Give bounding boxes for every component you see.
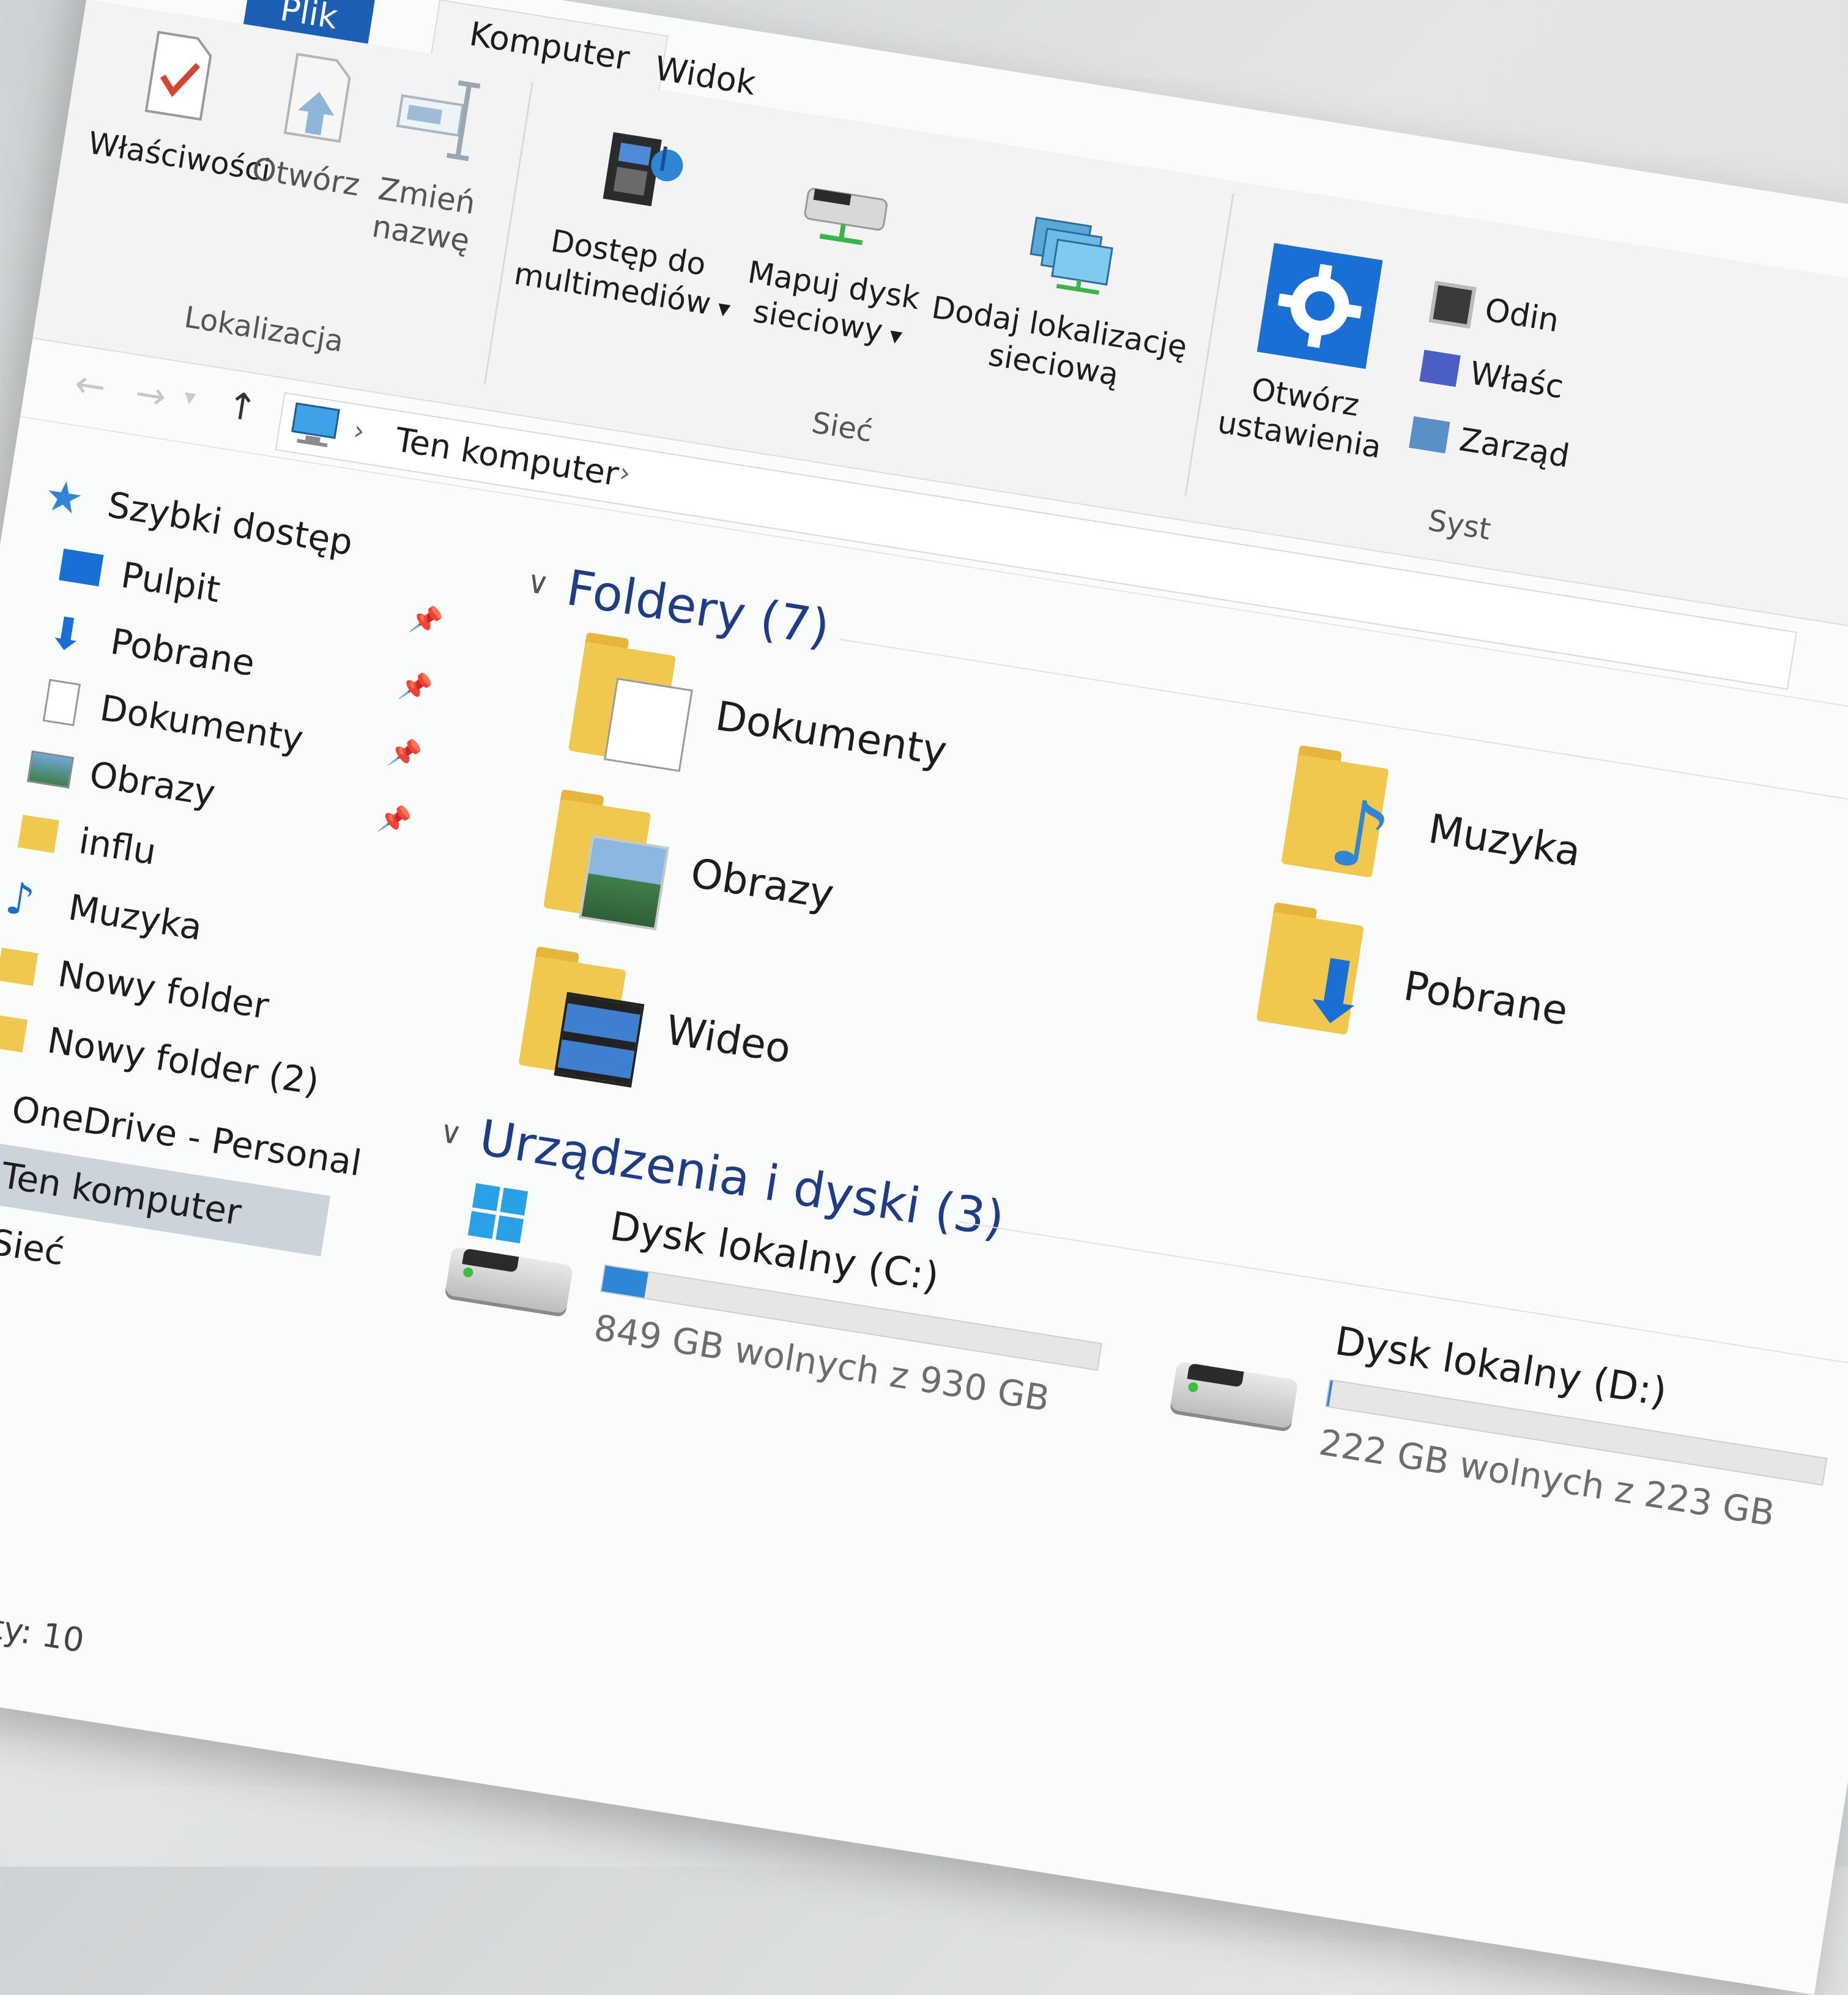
pin-icon[interactable]: 📌 — [386, 735, 424, 771]
pin-icon[interactable]: 📌 — [407, 602, 445, 639]
folder-icon — [13, 808, 65, 860]
forward-arrow-icon[interactable]: → — [132, 371, 169, 418]
videos-folder-icon — [511, 943, 647, 1088]
pin-icon[interactable]: 📌 — [376, 801, 414, 838]
properties-button[interactable]: Właściwości — [86, 21, 273, 189]
open-icon — [283, 53, 351, 143]
system-properties-button[interactable]: Właśc — [1419, 347, 1566, 406]
group-label-system: Syst — [1425, 503, 1493, 547]
folder-icon — [0, 941, 44, 993]
pictures-folder-icon — [536, 786, 672, 931]
group-label-location: Lokalizacja — [182, 300, 346, 359]
file-explorer-window: Plik Komputer Widok Właściwości Otwórz Z… — [0, 0, 1848, 1995]
breadcrumb-this-pc[interactable]: Ten komputer — [393, 420, 622, 494]
download-arrow-icon: ⬇ — [44, 606, 89, 663]
status-bar-item-count: Elementy: 10 — [0, 1588, 87, 1660]
folders-section-header[interactable]: ∨ Foldery (7) — [522, 552, 834, 657]
uninstall-program-button[interactable]: Odin — [1428, 281, 1562, 342]
open-settings-button[interactable]: Otwórz ustawienia — [1206, 237, 1419, 468]
desktop-background: { "tabs": {"file": "Plik", "computer": "… — [0, 0, 1848, 1995]
up-arrow-icon[interactable]: ↑ — [223, 384, 261, 431]
chevron-down-icon: ∨ — [524, 563, 552, 602]
downloads-folder-icon: ⬇ — [1249, 899, 1384, 1047]
desktop-icon — [55, 542, 107, 594]
document-icon — [34, 675, 86, 727]
uninstall-icon — [1428, 281, 1477, 329]
properties-icon — [144, 31, 212, 121]
drive-d-usage-fill — [1326, 1380, 1333, 1406]
hard-drive-icon — [1170, 1361, 1299, 1429]
chevron-down-icon: ∨ — [437, 1113, 465, 1152]
recent-dropdown-icon[interactable]: ▾ — [182, 384, 197, 411]
documents-folder-icon — [561, 629, 696, 774]
pin-icon[interactable]: 📌 — [396, 669, 434, 705]
settings-gear-icon — [1256, 243, 1383, 370]
music-folder-icon: ♪ — [1274, 741, 1409, 893]
system-properties-icon — [1419, 349, 1461, 387]
this-pc-icon — [291, 402, 340, 448]
back-arrow-icon[interactable]: ← — [72, 362, 109, 409]
folder-downloads[interactable]: ⬇ Pobrane — [1249, 899, 1577, 1074]
manage-button[interactable]: Zarząd — [1409, 414, 1572, 475]
group-label-network: Sieć — [809, 405, 875, 449]
breadcrumb-chevron-icon: › — [351, 414, 367, 448]
folder-documents[interactable]: Dokumenty — [561, 629, 956, 815]
hard-drive-icon — [445, 1246, 574, 1314]
pictures-icon — [24, 741, 76, 793]
add-network-location-icon — [1030, 217, 1113, 295]
star-icon: ★ — [41, 469, 87, 526]
rename-icon — [396, 80, 481, 162]
drive-c[interactable]: Dysk lokalny (C:) 849 GB wolnych z 930 G… — [428, 1179, 1121, 1465]
windows-logo-icon — [467, 1183, 529, 1244]
folder-icon — [0, 1008, 33, 1060]
folder-pictures[interactable]: Obrazy — [536, 786, 844, 959]
music-note-icon: ♪ — [2, 871, 38, 927]
folder-videos[interactable]: Wideo — [511, 943, 800, 1112]
media-access-button[interactable]: Dostęp do multimediów — [510, 108, 757, 329]
drive-c-usage-fill — [601, 1265, 649, 1298]
media-access-icon — [603, 132, 683, 207]
folder-music[interactable]: ♪ Muzyka — [1274, 741, 1590, 915]
add-network-location-button[interactable]: Dodaj lokalizację sieciową — [921, 198, 1207, 404]
map-network-drive-icon — [804, 188, 888, 245]
computer-manage-icon — [1409, 416, 1450, 454]
drive-d[interactable]: Dysk lokalny (D:) 222 GB wolnych z 223 G… — [1153, 1294, 1846, 1580]
open-button[interactable]: Otwórz — [243, 46, 386, 205]
map-network-drive-button[interactable]: Mapuj dysk sieciowy — [734, 168, 941, 359]
